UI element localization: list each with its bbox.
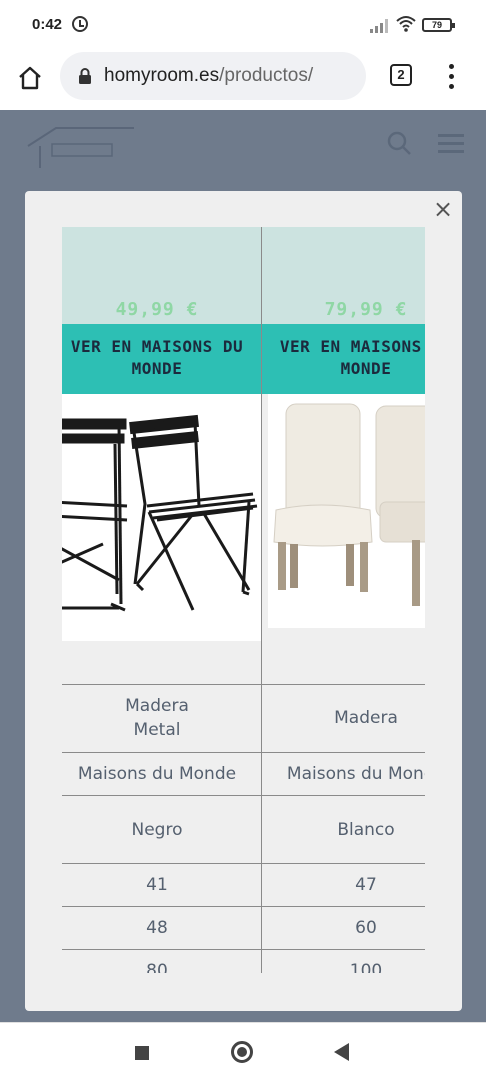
spec-color: Blanco: [337, 820, 395, 840]
spec-height: 80: [146, 961, 168, 973]
product-header: 49,99 €: [62, 227, 261, 324]
recents-icon[interactable]: [135, 1046, 149, 1060]
address-bar[interactable]: homyroom.es/productos/: [60, 52, 366, 100]
status-time: 0:42: [32, 16, 63, 33]
alarm-icon: [72, 16, 88, 32]
status-bar: 0:42 79: [0, 0, 486, 52]
spec-material: Madera Metal: [125, 696, 189, 740]
compare-modal: × 49,99 € VER EN MAISONS DU MONDE Madera…: [25, 191, 462, 1011]
spec-material: Madera: [334, 708, 398, 728]
compare-track: 49,99 € VER EN MAISONS DU MONDE Madera M…: [62, 227, 425, 973]
tab-switcher-button[interactable]: 2: [390, 64, 412, 86]
signal-icon: [370, 17, 390, 33]
compare-scroll-area[interactable]: 49,99 € VER EN MAISONS DU MONDE Madera M…: [62, 227, 425, 973]
back-icon[interactable]: [334, 1043, 349, 1061]
spec-row-height: 80: [62, 949, 261, 973]
site-menu-icon: [438, 134, 464, 154]
spec-row-depth: 48: [62, 906, 261, 949]
close-icon[interactable]: ×: [429, 195, 457, 223]
spec-width: 41: [146, 875, 168, 895]
product-header: 79,99 €: [262, 227, 425, 324]
spec-row-width: 41: [62, 863, 261, 906]
battery-icon: 79: [422, 18, 455, 32]
spec-row-color: Negro: [62, 795, 261, 863]
spec-store: Maisons du Monde: [77, 764, 237, 784]
spec-height: 100: [349, 961, 383, 973]
url-path: /productos/: [219, 65, 314, 86]
folding-chair-icon: [62, 414, 258, 612]
spec-row-color: Blanco: [262, 795, 425, 863]
spec-row-store: Maisons du Monde: [262, 752, 425, 795]
product-image: [62, 394, 261, 628]
view-store-button[interactable]: VER EN MAISONS DU MONDE: [62, 324, 261, 394]
product-image-area: [62, 394, 261, 641]
spec-row-width: 47: [262, 863, 425, 906]
spec-color: Negro: [131, 820, 183, 840]
site-search-icon: [387, 131, 411, 155]
product-price: 79,99 €: [324, 299, 408, 320]
product-image-area: [262, 394, 425, 641]
spec-depth: 48: [146, 918, 168, 938]
product-price: 49,99 €: [115, 299, 199, 320]
home-nav-icon[interactable]: [231, 1041, 253, 1063]
spec-row-material: Madera Metal: [62, 684, 261, 752]
wifi-icon: [396, 16, 416, 32]
product-image: [268, 394, 425, 628]
product-column: 79,99 € VER EN MAISONS DU MONDE: [261, 227, 425, 973]
spec-row-height: 100: [262, 949, 425, 973]
url-domain: homyroom.es: [104, 65, 220, 86]
lock-icon: [79, 68, 91, 84]
view-store-button[interactable]: VER EN MAISONS DU MONDE: [262, 324, 425, 394]
spec-row-material: Madera: [262, 684, 425, 752]
spec-depth: 60: [355, 918, 377, 938]
browser-toolbar: homyroom.es/productos/ 2: [0, 52, 486, 110]
spec-row-depth: 60: [262, 906, 425, 949]
home-icon[interactable]: [16, 64, 44, 92]
upholstered-chair-icon: [273, 403, 425, 606]
site-logo-icon: [27, 127, 134, 168]
product-column: 49,99 € VER EN MAISONS DU MONDE Madera M…: [62, 227, 261, 973]
spec-width: 47: [355, 875, 377, 895]
system-nav-bar: [0, 1022, 486, 1080]
spec-store: Maisons du Monde: [286, 764, 425, 784]
url-text: homyroom.es/productos/: [104, 65, 313, 87]
spec-row-store: Maisons du Monde: [62, 752, 261, 795]
overflow-menu-icon[interactable]: [444, 64, 460, 90]
